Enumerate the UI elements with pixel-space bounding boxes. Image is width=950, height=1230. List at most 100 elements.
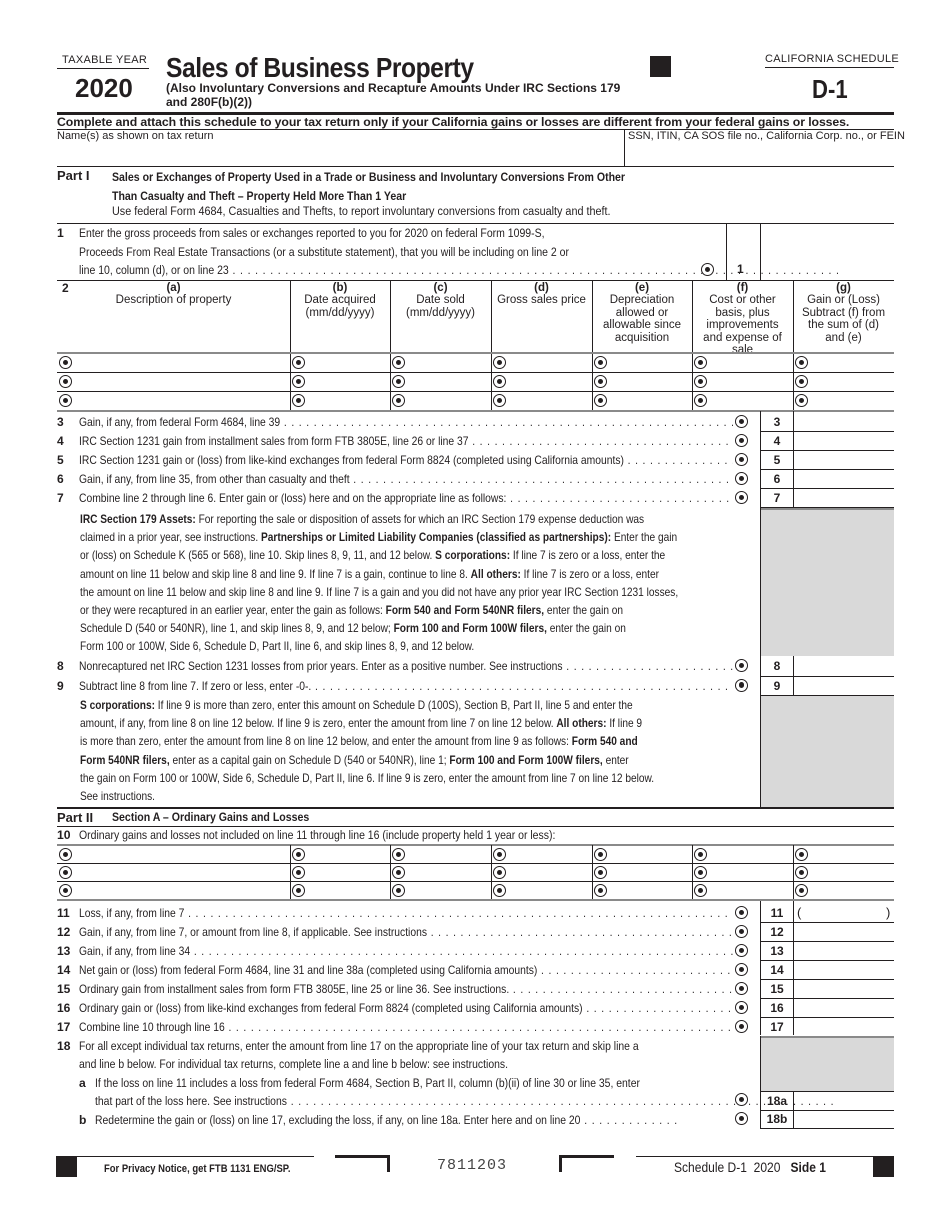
line-4-box-number: 4	[773, 434, 781, 448]
part1-note-text: Use federal Form 4684, Casualties and Th…	[112, 206, 611, 218]
line-18a-input[interactable]	[796, 1092, 892, 1109]
line-11-amount-input[interactable]	[798, 904, 892, 921]
line-text-wrap: Combine line 2 through line 6. Enter gai…	[79, 491, 733, 505]
line-2-depreciation-input[interactable]	[610, 354, 688, 371]
line-10-gross-sales-price-input[interactable]	[509, 846, 588, 862]
line-2-description-input[interactable]	[75, 392, 286, 409]
line-2-gain-loss-input[interactable]	[811, 392, 890, 409]
instruction-line-text: amount, if any, from line 8 on line 12 b…	[80, 714, 642, 732]
line-5-amount-input[interactable]	[798, 451, 892, 468]
line-2-gross-sales-price-input[interactable]	[509, 373, 588, 390]
bold-run: IRC Section 179 Assets:	[80, 512, 196, 526]
line-3-amount-input[interactable]	[798, 413, 892, 430]
line-2-description-input[interactable]	[75, 354, 286, 371]
instruction-line-text: amount on line 11 below and skip line 8 …	[80, 565, 659, 583]
line-number: 3	[57, 415, 64, 429]
line-10-gain-loss-input[interactable]	[811, 882, 890, 898]
line-2-description-input[interactable]	[75, 373, 286, 390]
leader-dots: . . . . . . . . . . . . . . . . . . . . …	[430, 925, 733, 939]
line-10-date-sold-input[interactable]	[408, 864, 487, 880]
line-10-gross-sales-price-input[interactable]	[509, 882, 588, 898]
text-run: enter	[602, 752, 629, 767]
line-2-depreciation-input[interactable]	[610, 392, 688, 409]
line-2-gain-loss-input[interactable]	[811, 373, 890, 390]
line-10-date-acquired-input[interactable]	[308, 882, 386, 898]
line-1-input[interactable]	[764, 258, 892, 278]
line-10-date-acquired-input[interactable]	[308, 864, 386, 880]
line-2-gain-loss-input[interactable]	[811, 354, 890, 371]
line-15-amount-input[interactable]	[798, 980, 892, 997]
line-text-wrap: Combine line 10 through line 16 . . . . …	[79, 1020, 733, 1034]
line-description: Subtract line 8 from line 7. If zero or …	[79, 678, 312, 693]
line-14-amount-input[interactable]	[798, 961, 892, 978]
line-10-description-input[interactable]	[75, 882, 286, 898]
bullet-icon	[594, 848, 607, 861]
subtitle-line-2: and 280F(b)(2))	[166, 95, 253, 109]
line-10-depreciation-input[interactable]	[610, 846, 688, 862]
name-input[interactable]	[57, 145, 622, 165]
part1-title-line-1: Sales or Exchanges of Property Used in a…	[112, 170, 626, 184]
line-18a-text-l1: If the loss on line 11 includes a loss f…	[95, 1075, 640, 1090]
line-2-date-sold-input[interactable]	[408, 373, 487, 390]
line-2-gross-sales-price-input[interactable]	[509, 392, 588, 409]
line-1-box-mid	[760, 224, 761, 280]
line-2-date-acquired-input[interactable]	[308, 373, 386, 390]
line-18b-input[interactable]	[796, 1111, 892, 1128]
line-10-date-sold-input[interactable]	[408, 882, 487, 898]
form-title-text: Sales of Business Property	[166, 52, 474, 83]
line-2-date-acquired-input[interactable]	[308, 392, 386, 409]
ssn-id-input[interactable]	[628, 145, 893, 165]
corner-mark-right	[559, 1155, 614, 1172]
bullet-icon	[292, 356, 305, 369]
line-2-cost-basis-input[interactable]	[710, 373, 789, 390]
line-5-bullet-icon	[735, 453, 748, 466]
line-16-amount-input[interactable]	[798, 999, 892, 1016]
line-17-amount-input[interactable]	[798, 1018, 892, 1035]
line-4-amount-input[interactable]	[798, 432, 892, 449]
line-9-amount-input[interactable]	[798, 676, 892, 694]
line-2-date-acquired-input[interactable]	[308, 354, 386, 371]
line-10-depreciation-input[interactable]	[610, 864, 688, 880]
line-10-date-sold-input[interactable]	[408, 846, 487, 862]
line-2-gross-sales-price-input[interactable]	[509, 354, 588, 371]
line-number: 6	[57, 472, 64, 486]
instruction-line: the gain on Form 100 or 100W, Side 6, Sc…	[80, 769, 748, 787]
line-10-text: 10 Ordinary gains and losses not included…	[57, 828, 633, 842]
line-10-cost-basis-input[interactable]	[710, 846, 789, 862]
bullet-icon	[59, 848, 72, 861]
line-10-description-input[interactable]	[75, 846, 286, 862]
line-2-cost-basis-input[interactable]	[710, 354, 789, 371]
text-run: or (loss) on Schedule K (565 or 568), li…	[80, 548, 436, 563]
line-18a-bullet-icon	[735, 1093, 748, 1106]
line-text-wrap: IRC Section 1231 gain from installment s…	[79, 434, 733, 448]
line-2-date-sold-input[interactable]	[408, 392, 487, 409]
line-12-amount-input[interactable]	[798, 923, 892, 940]
line-2-date-sold-input[interactable]	[408, 354, 487, 371]
line-8-amount-input[interactable]	[798, 657, 892, 675]
line-10-gain-loss-input[interactable]	[811, 846, 890, 862]
line-10-date-acquired-input[interactable]	[308, 846, 386, 862]
line-10-gross-sales-price-input[interactable]	[509, 864, 588, 880]
line-10-cost-basis-input[interactable]	[710, 864, 789, 880]
footer-left-rule	[77, 1156, 314, 1157]
line-10-depreciation-input[interactable]	[610, 882, 688, 898]
leader-dots: . . . . . . . . . . . . . . . . . . . . …	[512, 982, 733, 996]
bullet-icon	[795, 375, 808, 388]
line-10-cost-basis-input[interactable]	[710, 882, 789, 898]
line-13-amount-input[interactable]	[798, 942, 892, 959]
line-6-bullet-icon	[735, 472, 748, 485]
instruction-line: See instructions.	[80, 787, 748, 805]
line-2-cost-basis-input[interactable]	[710, 392, 789, 409]
line-6-amount-input[interactable]	[798, 470, 892, 487]
line-number: 7	[57, 491, 64, 505]
leader-dots: . . . . . . . . . . . . . . . . . . . . …	[228, 1020, 733, 1034]
line-description: Nonrecaptured net IRC Section 1231 losse…	[79, 659, 563, 673]
line-2-depreciation-input[interactable]	[610, 373, 688, 390]
text-run: Form 100 or 100W, Side 6, Schedule D, Pa…	[80, 639, 475, 654]
line-10-gain-loss-input[interactable]	[811, 864, 890, 880]
part2-title-rule	[57, 826, 894, 827]
leader-dots: . . . . . . . . . . . . . . . . . . . . …	[510, 491, 733, 505]
line-10-description-input[interactable]	[75, 864, 286, 880]
registration-mark-bottom-right	[873, 1156, 894, 1177]
line-7-amount-input[interactable]	[798, 489, 892, 506]
